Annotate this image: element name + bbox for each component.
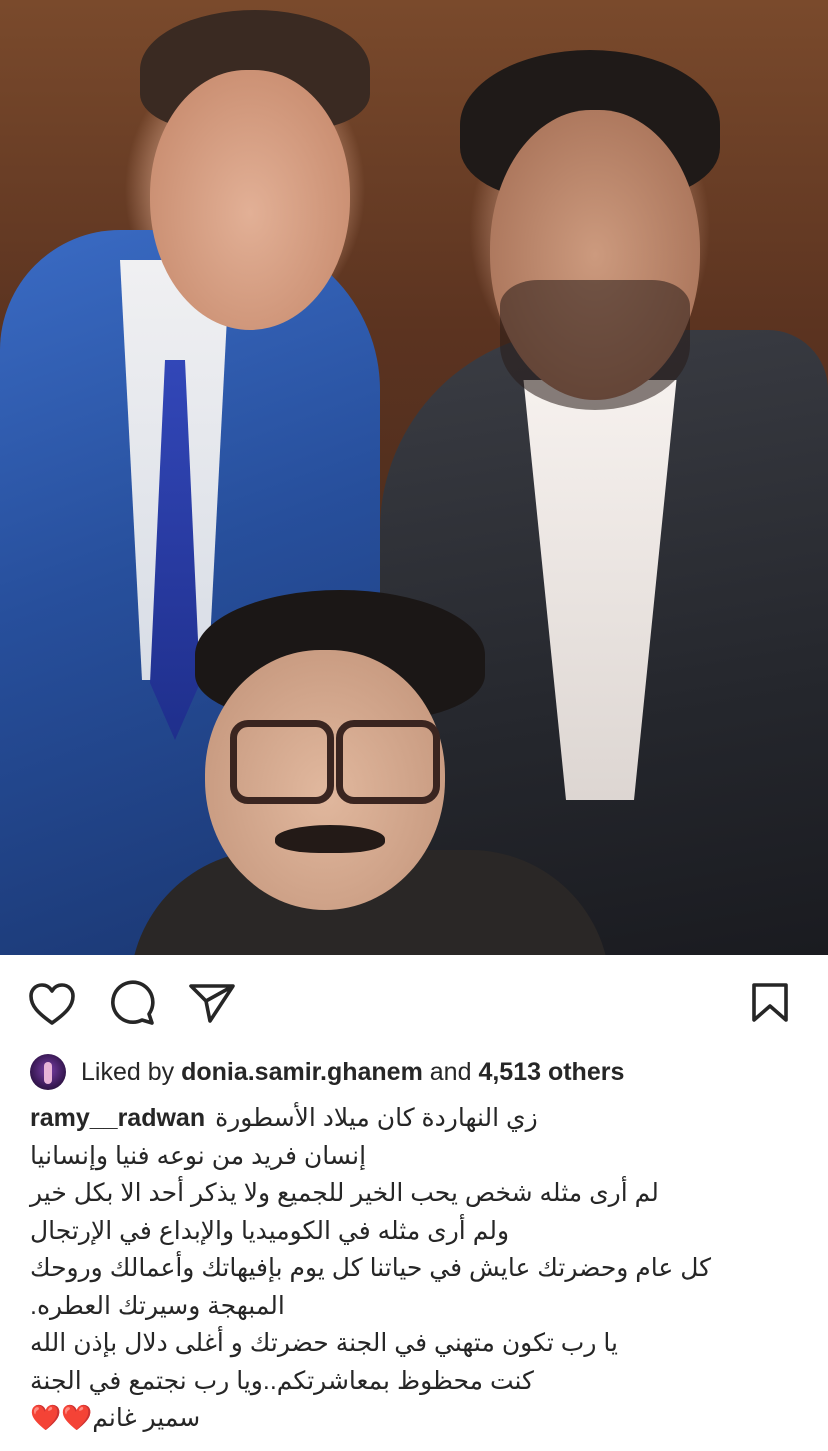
caption-line: ولم أرى مثله في الكوميديا والإبداع في ال… [30, 1216, 510, 1245]
caption-line: لم أرى مثله شخص يحب الخير للجميع ولا يذك… [30, 1179, 659, 1207]
caption-username[interactable]: ramy__radwan [30, 1100, 205, 1138]
caption-line: زي النهاردة كان ميلاد الأسطورة [215, 1104, 538, 1132]
liked-by-prefix: Liked by [81, 1057, 175, 1086]
caption-line: كنت محظوظ بمعاشرتكم..ويا رب نجتمع في الج… [30, 1366, 534, 1395]
caption-line: سمير غانم❤️❤️ [30, 1404, 201, 1432]
caption-first-line: ramy__radwan زي النهاردة كان ميلاد الأسط… [30, 1100, 798, 1138]
caption-line: المبهجة وسيرتك العطره. [30, 1291, 285, 1320]
likes-row[interactable]: Liked by donia.samir.ghanem and 4,513 ot… [30, 1050, 624, 1094]
caption-line: يا رب تكون متهني في الجنة حضرتك و أغلى د… [30, 1329, 618, 1357]
share-button[interactable] [188, 982, 236, 1024]
heart-icon [28, 982, 76, 1026]
photo-beard-right [500, 280, 690, 410]
save-button[interactable] [750, 982, 790, 1024]
send-icon [188, 982, 236, 1024]
caption-line: كل عام وحضرتك عايش في حياتنا كل يوم بإفي… [30, 1254, 712, 1282]
like-button[interactable] [28, 982, 76, 1026]
photo-face-left [150, 70, 350, 330]
comment-icon [108, 980, 156, 1026]
caption-line: إنسان فريد من نوعه فنيا وإنسانيا [30, 1141, 367, 1170]
likes-count[interactable]: 4,513 others [478, 1058, 624, 1087]
comment-button[interactable] [108, 980, 156, 1026]
post-caption: ramy__radwan زي النهاردة كان ميلاد الأسط… [30, 1100, 798, 1438]
avatar[interactable] [30, 1054, 66, 1090]
post-photo[interactable] [0, 0, 828, 955]
liked-by-user[interactable]: donia.samir.ghanem [181, 1058, 423, 1087]
liked-and: and [429, 1057, 472, 1086]
photo-glasses [230, 720, 440, 804]
photo-mustache [275, 825, 385, 853]
bookmark-icon [750, 982, 790, 1024]
